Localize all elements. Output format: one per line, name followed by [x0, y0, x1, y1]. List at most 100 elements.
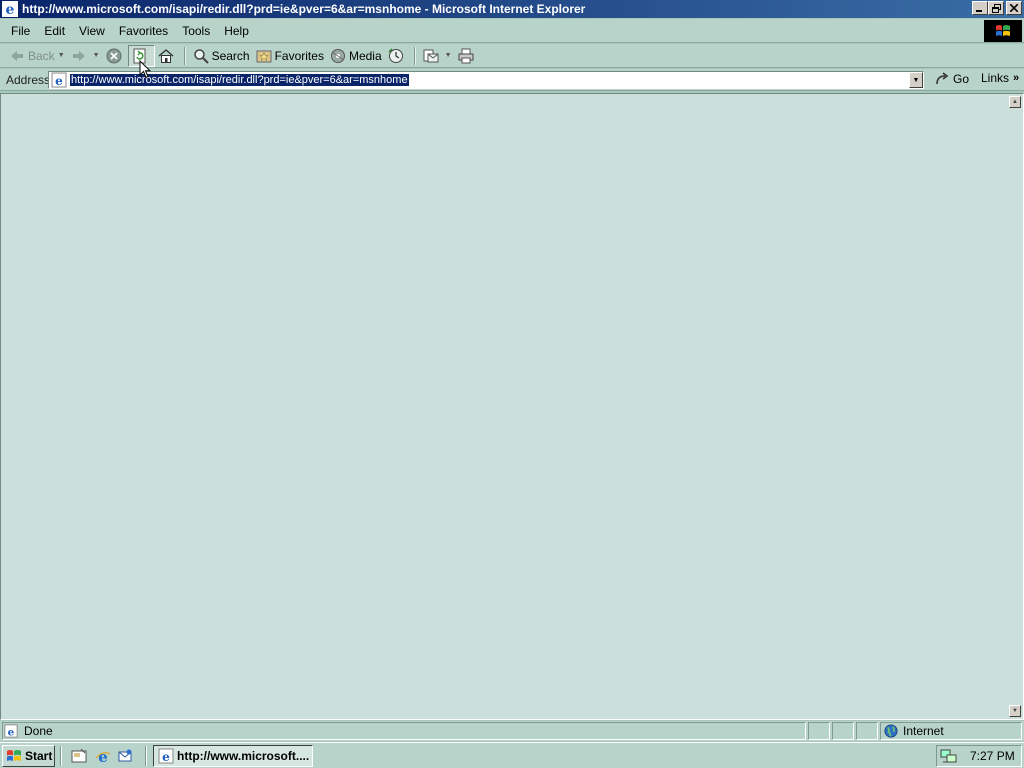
show-desktop-button[interactable] [70, 747, 88, 765]
title-bar[interactable]: e http://www.microsoft.com/isapi/redir.d… [0, 0, 1024, 18]
favorites-icon [256, 50, 272, 62]
back-button[interactable]: Back ▼ [6, 45, 68, 67]
close-button[interactable] [1006, 1, 1022, 15]
menu-favorites[interactable]: Favorites [112, 24, 175, 38]
links-label: Links [981, 71, 1010, 85]
menu-view[interactable]: View [72, 24, 112, 38]
start-label: Start [25, 749, 53, 763]
taskbar-separator [60, 746, 62, 766]
stop-icon [106, 48, 122, 63]
media-icon [330, 48, 345, 63]
go-arrow-icon [936, 72, 949, 85]
svg-text:e: e [6, 2, 15, 17]
status-bar: e Done Internet [0, 721, 1024, 741]
chevron-down-icon: ▼ [912, 76, 920, 84]
svg-text:e: e [8, 726, 15, 738]
home-icon [158, 48, 174, 63]
status-pane [808, 722, 830, 740]
go-button[interactable]: Go [934, 71, 969, 87]
windows-flag-icon [7, 750, 21, 761]
address-label: Address [6, 72, 51, 87]
mail-button[interactable]: ▼ [420, 45, 455, 67]
page-content[interactable]: ▲ ▼ [0, 93, 1024, 720]
favorites-button[interactable]: Favorites [253, 45, 327, 67]
chevron-down-icon[interactable]: ▼ [58, 52, 65, 59]
back-label: Back [28, 48, 55, 63]
forward-button[interactable]: ▼ [68, 45, 103, 67]
ie-logo-icon: e [2, 1, 18, 17]
status-pane [832, 722, 854, 740]
svg-text:e: e [55, 74, 63, 88]
address-bar: Address e http://www.microsoft.com/isapi… [0, 69, 1024, 91]
clock[interactable]: 7:27 PM [970, 749, 1015, 763]
links-button[interactable]: Links » [981, 71, 1019, 85]
svg-text:e: e [98, 748, 108, 764]
chevron-down-icon[interactable]: ▼ [93, 52, 100, 59]
page-icon: e [4, 724, 18, 738]
standard-toolbar: Back ▼ ▼ Search Favorites Media ▼ [0, 44, 1024, 68]
chevron-right-icon: » [1013, 72, 1020, 84]
go-label: Go [953, 72, 970, 86]
vertical-scrollbar[interactable]: ▲ ▼ [1009, 96, 1021, 717]
taskbar-ie-window[interactable]: e http://www.microsoft.... [153, 745, 313, 767]
close-icon [1010, 4, 1018, 12]
ie-logo-icon: e [95, 748, 111, 764]
taskbar-window-label: http://www.microsoft.... [177, 749, 310, 763]
start-button[interactable]: Start [2, 745, 55, 767]
address-input[interactable]: e http://www.microsoft.com/isapi/redir.d… [48, 71, 924, 89]
history-icon [388, 47, 403, 63]
ie-logo-icon: e [158, 748, 174, 764]
windows-flag-icon [996, 25, 1010, 36]
menu-file[interactable]: File [4, 24, 37, 38]
menu-edit[interactable]: Edit [37, 24, 72, 38]
print-button[interactable] [455, 45, 480, 67]
window-title: http://www.microsoft.com/isapi/redir.dll… [22, 2, 586, 16]
menu-help[interactable]: Help [217, 24, 256, 38]
search-icon [193, 48, 209, 64]
minimize-button[interactable] [972, 1, 988, 15]
stop-button[interactable] [103, 45, 128, 67]
print-icon [458, 48, 474, 63]
windows-throbber [984, 20, 1022, 42]
mail-icon [423, 49, 439, 62]
chevron-down-icon[interactable]: ▼ [445, 52, 452, 59]
show-desktop-icon [71, 748, 87, 763]
taskbar-separator [145, 746, 147, 766]
forward-arrow-icon [72, 50, 85, 61]
search-button[interactable]: Search [190, 45, 253, 67]
arrow-down-icon: ▼ [1012, 708, 1018, 714]
status-text: Done [24, 724, 53, 738]
media-label: Media [348, 48, 382, 63]
status-main-pane: e Done [2, 722, 806, 740]
page-icon: e [51, 72, 67, 88]
history-button[interactable] [385, 45, 410, 67]
globe-icon [884, 724, 898, 738]
status-pane [856, 722, 878, 740]
zone-label: Internet [903, 724, 944, 738]
toolbar-separator [183, 46, 186, 65]
address-url[interactable]: http://www.microsoft.com/isapi/redir.dll… [70, 74, 409, 86]
toolbar-separator [413, 46, 416, 65]
scroll-down-button[interactable]: ▼ [1009, 705, 1021, 717]
favorites-label: Favorites [274, 48, 324, 63]
home-button[interactable] [155, 45, 180, 67]
ie-window: e http://www.microsoft.com/isapi/redir.d… [0, 0, 1024, 742]
menu-bar: File Edit View Favorites Tools Help [0, 19, 1024, 43]
launch-ie-button[interactable]: e [94, 747, 112, 765]
restore-icon [991, 3, 1001, 13]
system-tray: 7:27 PM [936, 745, 1022, 767]
restore-button[interactable] [988, 1, 1004, 15]
back-arrow-icon [11, 50, 23, 61]
taskbar: Start e e http://www.microsoft.... 7:27 … [0, 742, 1024, 768]
scroll-up-button[interactable]: ▲ [1009, 96, 1021, 108]
launch-outlook-button[interactable] [116, 747, 134, 765]
network-icon[interactable] [940, 748, 958, 764]
menu-tools[interactable]: Tools [175, 24, 217, 38]
arrow-up-icon: ▲ [1012, 99, 1018, 105]
security-zone[interactable]: Internet [880, 722, 1022, 740]
media-button[interactable]: Media [327, 45, 385, 67]
svg-text:e: e [162, 750, 170, 764]
minimize-icon [976, 10, 982, 12]
address-dropdown-button[interactable]: ▼ [909, 72, 923, 88]
mouse-cursor-icon [139, 60, 151, 79]
